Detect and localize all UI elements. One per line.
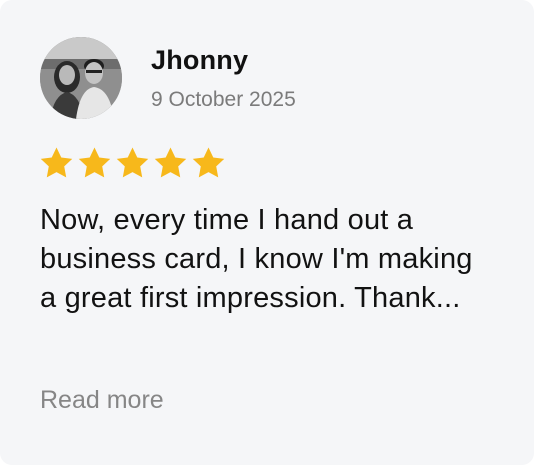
avatar: [40, 37, 122, 119]
review-date: 9 October 2025: [151, 88, 296, 111]
star-icon: [38, 145, 75, 183]
author-name: Jhonny: [151, 45, 249, 75]
read-more-link[interactable]: Read more: [40, 386, 164, 415]
star-rating: [38, 145, 227, 183]
star-icon: [190, 145, 227, 183]
review-card: Jhonny 9 October 2025 Now, every time I …: [0, 0, 534, 465]
star-icon: [152, 145, 189, 183]
star-icon: [76, 145, 113, 183]
star-icon: [114, 145, 151, 183]
review-text: Now, every time I hand out a business ca…: [40, 204, 473, 314]
